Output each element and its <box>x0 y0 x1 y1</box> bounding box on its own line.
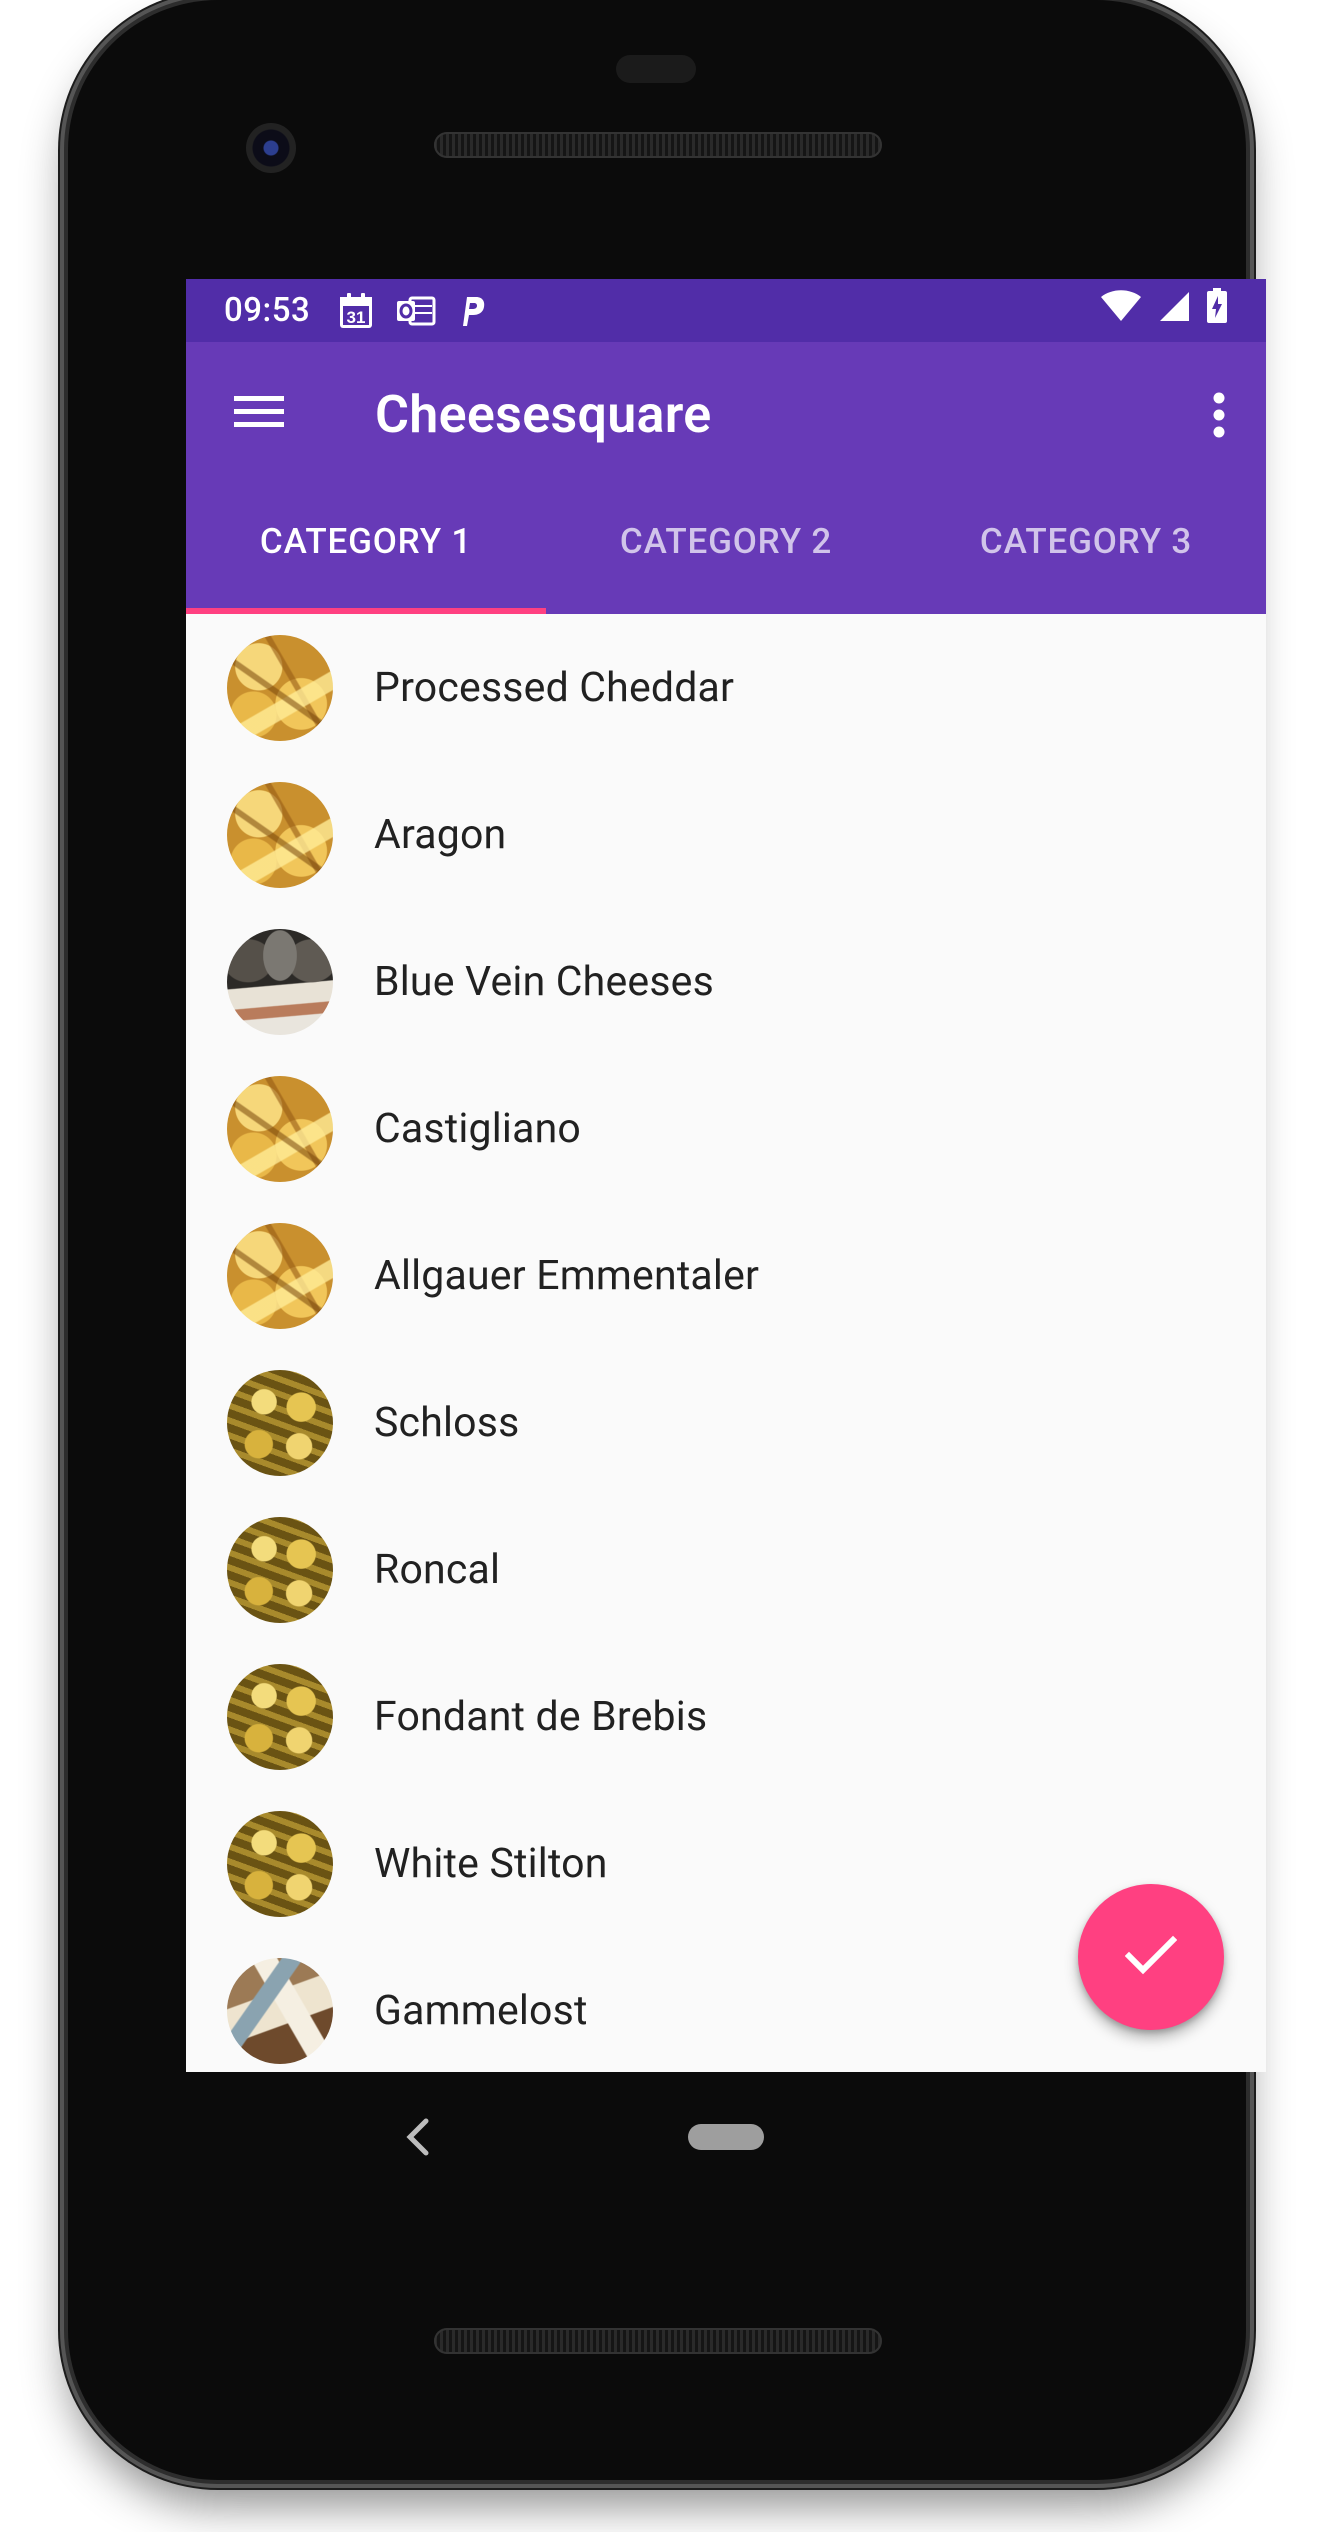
app-title: Cheesesquare <box>375 384 712 445</box>
cheese-avatar <box>227 928 333 1035</box>
outlook-icon <box>396 294 436 328</box>
proximity-sensor <box>616 55 696 83</box>
cheese-name: Fondant de Brebis <box>374 1692 708 1741</box>
cheese-name: Roncal <box>374 1545 501 1594</box>
nav-back-icon[interactable] <box>398 2115 438 2159</box>
calendar-day-text: 31 <box>347 308 366 327</box>
cheese-avatar <box>227 1810 333 1917</box>
cheese-avatar <box>227 1075 333 1182</box>
more-vert-icon[interactable] <box>1212 392 1226 438</box>
cheese-name: Aragon <box>374 810 507 859</box>
calendar-icon: 31 <box>338 292 374 330</box>
cheese-name: White Stilton <box>374 1839 608 1888</box>
cheese-avatar <box>227 1222 333 1329</box>
front-camera <box>246 123 296 173</box>
cheese-list: Processed Cheddar Aragon Blue Vein Chees… <box>186 614 1266 2072</box>
cheese-name: Castigliano <box>374 1104 582 1153</box>
fab-check-button[interactable] <box>1078 1884 1224 2030</box>
cheese-name: Allgauer Emmentaler <box>374 1251 760 1300</box>
list-item[interactable]: Allgauer Emmentaler <box>186 1202 1266 1349</box>
nav-home-button[interactable] <box>688 2124 764 2150</box>
cheese-name: Blue Vein Cheeses <box>374 957 714 1006</box>
cheese-name: Processed Cheddar <box>374 663 735 712</box>
cheese-name: Gammelost <box>374 1986 588 2035</box>
check-icon <box>1124 1935 1178 1979</box>
list-item[interactable]: Roncal <box>186 1496 1266 1643</box>
cell-signal-icon <box>1158 290 1190 331</box>
status-time: 09:53 <box>224 291 311 330</box>
wifi-icon <box>1100 290 1142 331</box>
phone-frame: 09:53 31 Cheesesquare CATEGORY 1 CATEGOR… <box>68 0 1266 2480</box>
cheese-avatar <box>227 1957 333 2064</box>
list-item[interactable]: Fondant de Brebis <box>186 1643 1266 1790</box>
list-item[interactable]: Blue Vein Cheeses <box>186 908 1266 1055</box>
cheese-avatar <box>227 781 333 888</box>
bottom-speaker <box>434 2328 882 2354</box>
category-tabs: CATEGORY 1 CATEGORY 2 CATEGORY 3 <box>186 488 1266 614</box>
cheese-avatar <box>227 1516 333 1623</box>
app-toolbar: Cheesesquare <box>186 342 1266 488</box>
list-item[interactable]: Castigliano <box>186 1055 1266 1202</box>
list-item[interactable]: Aragon <box>186 761 1266 908</box>
status-right-icons <box>1100 288 1228 333</box>
earpiece-speaker <box>434 132 882 158</box>
tab-category-2[interactable]: CATEGORY 2 <box>546 488 906 614</box>
tab-label: CATEGORY 2 <box>619 520 833 562</box>
hamburger-menu-icon[interactable] <box>234 392 284 432</box>
tab-category-1[interactable]: CATEGORY 1 <box>186 488 546 614</box>
list-item[interactable]: Processed Cheddar <box>186 614 1266 761</box>
battery-icon <box>1206 288 1228 333</box>
list-item[interactable]: Schloss <box>186 1349 1266 1496</box>
status-bar: 09:53 31 <box>186 279 1266 342</box>
tab-category-3[interactable]: CATEGORY 3 <box>906 488 1266 614</box>
app-screen: 09:53 31 Cheesesquare CATEGORY 1 CATEGOR… <box>186 279 1266 2072</box>
cheese-avatar <box>227 634 333 741</box>
tab-label: CATEGORY 1 <box>259 520 473 562</box>
tab-label: CATEGORY 3 <box>979 520 1193 562</box>
cheese-avatar <box>227 1369 333 1476</box>
parking-icon <box>458 294 486 328</box>
cheese-name: Schloss <box>374 1398 520 1447</box>
cheese-avatar <box>227 1663 333 1770</box>
